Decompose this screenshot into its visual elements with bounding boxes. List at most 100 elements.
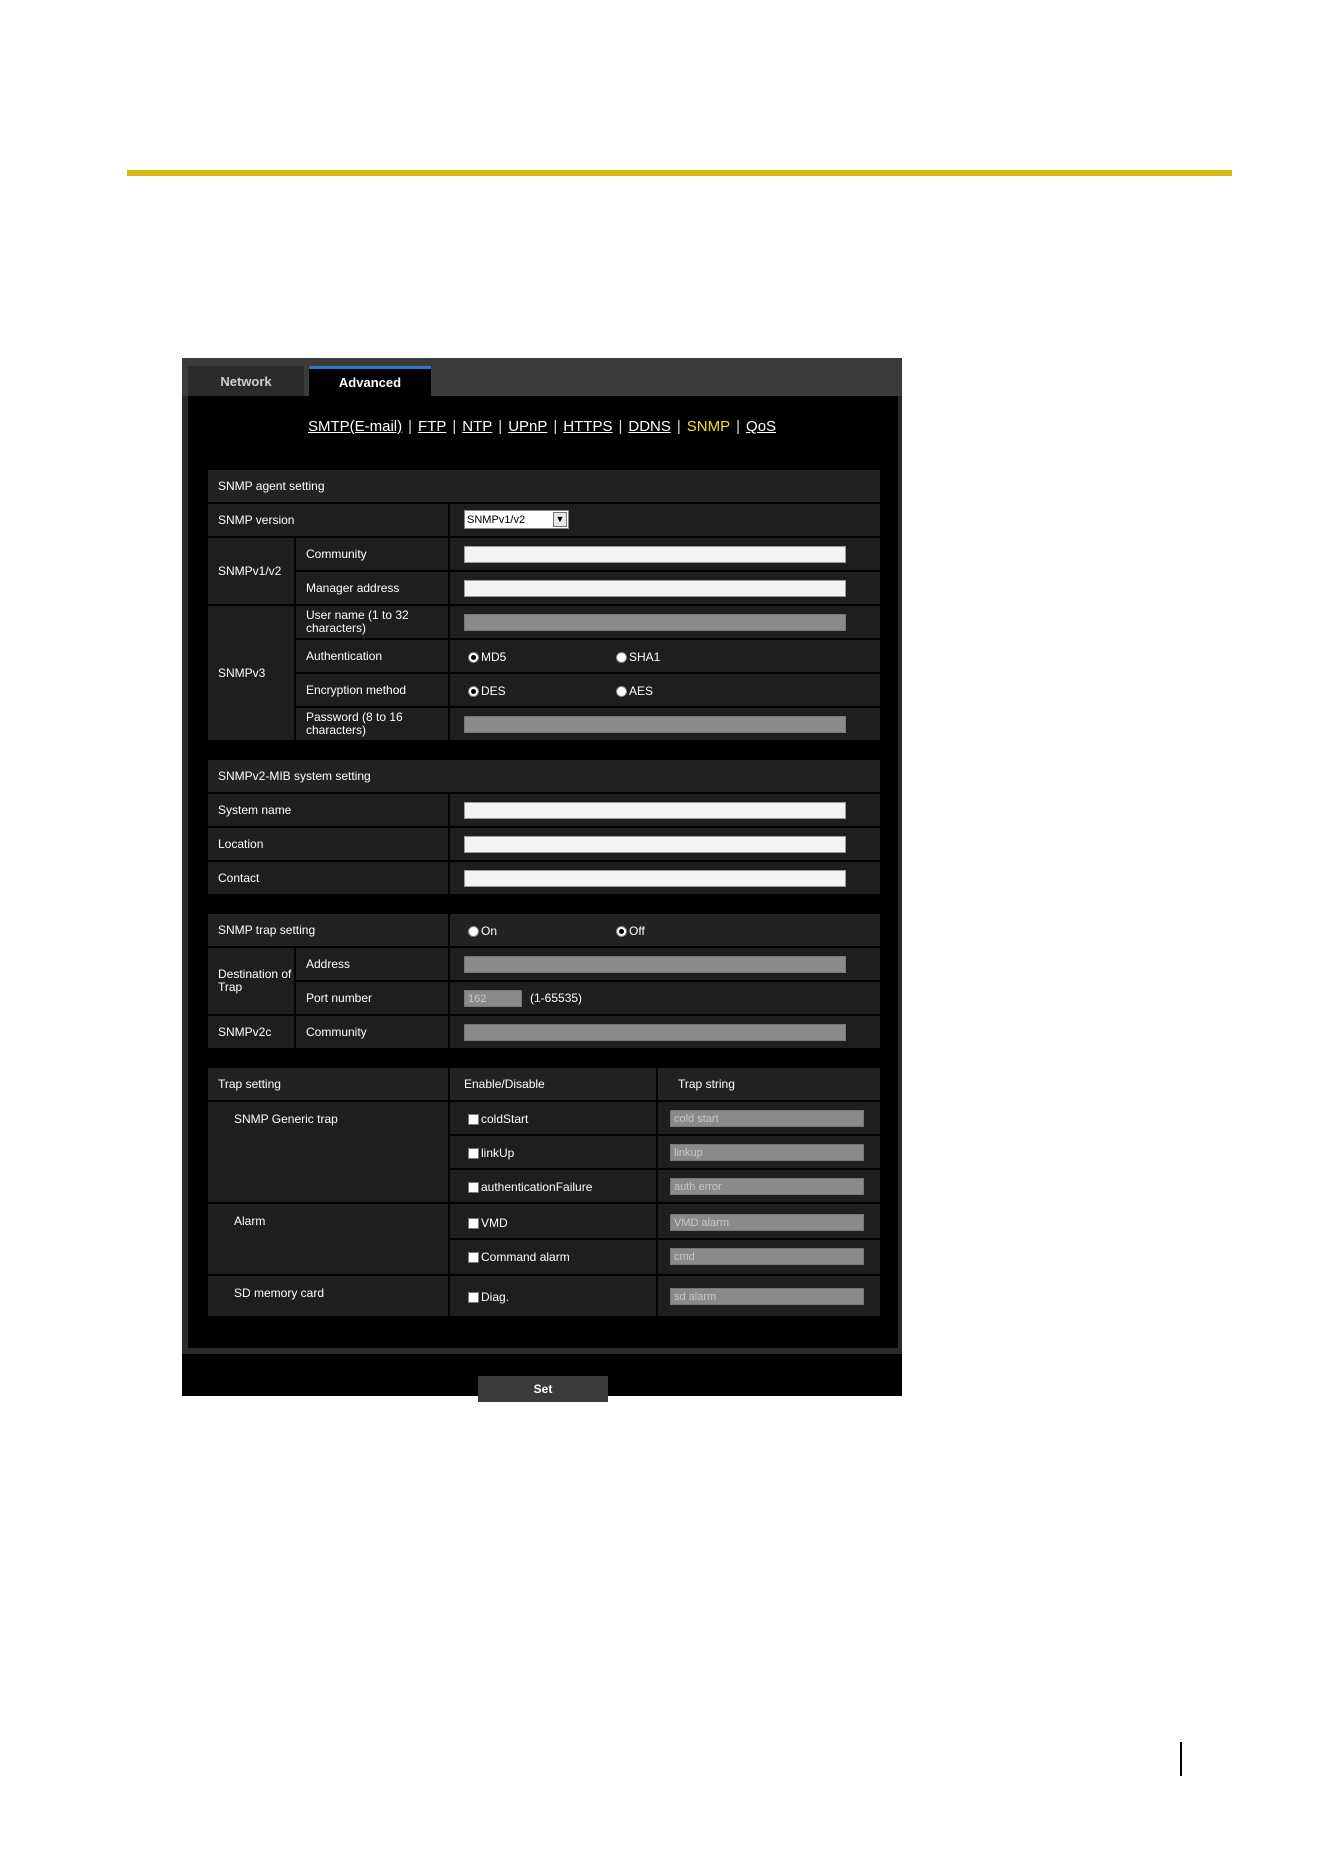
contact-label: Contact <box>208 862 448 894</box>
community-input[interactable] <box>464 546 846 563</box>
location-input[interactable] <box>464 836 846 853</box>
snmp-version-label: SNMP version <box>208 504 448 536</box>
vmd-string-input[interactable] <box>670 1214 864 1231</box>
coldstart-string-input[interactable] <box>670 1110 864 1127</box>
trap-off-radio[interactable]: Off <box>616 924 645 938</box>
trap-address-label: Address <box>296 948 448 980</box>
cmdalarm-checkbox[interactable]: Command alarm <box>468 1250 570 1264</box>
radio-empty-icon <box>616 685 627 697</box>
vmd-cell: VMD <box>450 1204 656 1238</box>
port-number-input[interactable] <box>464 990 522 1007</box>
auth-sha1-label: SHA1 <box>629 650 661 664</box>
enc-aes-radio[interactable]: AES <box>616 684 653 698</box>
trapset-header: Trap setting <box>208 1068 448 1100</box>
coldstart-label: coldStart <box>481 1112 529 1126</box>
subnav-separator: | <box>498 418 503 435</box>
snmp-version-value: SNMPv1/v2 <box>467 513 526 526</box>
trap-off-label: Off <box>629 924 645 938</box>
password-input[interactable] <box>464 716 846 733</box>
trap-address-input[interactable] <box>464 956 846 973</box>
subnav: SMTP(E-mail) | FTP | NTP | UPnP | HTTPS | DDNS | SNM… <box>182 418 902 435</box>
set-button[interactable]: Set <box>478 1376 608 1402</box>
trap-on-radio[interactable]: On <box>468 924 497 938</box>
subnav-separator: | <box>736 418 741 435</box>
username-label: User name (1 to 32 characters) <box>296 606 448 638</box>
subnav-qos[interactable]: QoS <box>746 418 776 435</box>
trap-on-label: On <box>481 924 498 938</box>
cmdalarm-string-input[interactable] <box>670 1248 864 1265</box>
coldstart-cell: coldStart <box>450 1102 656 1134</box>
vmd-checkbox[interactable]: VMD <box>468 1216 508 1230</box>
subnav-ftp[interactable]: FTP <box>418 418 446 435</box>
vmd-label: VMD <box>481 1216 508 1230</box>
trap-setting-label: SNMP trap setting <box>208 914 448 946</box>
settings-screen: Network Advanced SMTP(E-mail) | FTP | NTP | UP… <box>182 358 902 1402</box>
system-name-input[interactable] <box>464 802 846 819</box>
sd-card-label: SD memory card <box>208 1276 448 1316</box>
subnav-upnp[interactable]: UPnP <box>508 418 547 435</box>
page-marker <box>1180 1742 1182 1776</box>
tab-advanced[interactable]: Advanced <box>309 366 431 396</box>
diag-string-input[interactable] <box>670 1288 864 1305</box>
trap-section: SNMP trap setting On Off Destination of … <box>208 914 880 1048</box>
subnav-snmp[interactable]: SNMP <box>687 418 730 435</box>
authfail-string-input[interactable] <box>670 1178 864 1195</box>
frame-left-edge <box>182 396 188 1348</box>
cmdalarm-cell: Command alarm <box>450 1240 656 1274</box>
manager-address-input[interactable] <box>464 580 846 597</box>
mib-section-header: SNMPv2-MIB system setting <box>208 760 880 792</box>
checkbox-icon <box>468 1147 479 1159</box>
authfail-checkbox[interactable]: authenticationFailure <box>468 1180 592 1194</box>
username-input[interactable] <box>464 614 846 631</box>
diag-checkbox[interactable]: Diag. <box>468 1290 509 1304</box>
radio-selected-icon <box>616 925 627 937</box>
location-cell <box>450 828 880 860</box>
destination-label: Destination of Trap <box>208 948 294 1014</box>
subnav-smtp[interactable]: SMTP(E-mail) <box>308 418 402 435</box>
auth-md5-radio[interactable]: MD5 <box>468 650 506 664</box>
port-number-cell: (1-65535) <box>450 982 880 1014</box>
authfail-string-cell <box>658 1170 880 1202</box>
trap-string-column-header: Trap string <box>658 1068 880 1100</box>
checkbox-icon <box>468 1217 479 1229</box>
frame-right-edge <box>898 396 902 1348</box>
contact-input[interactable] <box>464 870 846 887</box>
linkup-cell: linkUp <box>450 1136 656 1168</box>
subnav-separator: | <box>676 418 681 435</box>
subnav-separator: | <box>553 418 558 435</box>
snmp-version-select[interactable]: SNMPv1/v2 ▼ <box>464 510 569 529</box>
location-label: Location <box>208 828 448 860</box>
snmpv2c-label: SNMPv2c <box>208 1016 294 1048</box>
authentication-label: Authentication <box>296 640 448 672</box>
snmpv3-label: SNMPv3 <box>208 606 294 740</box>
cmdalarm-string-cell <box>658 1240 880 1274</box>
password-label: Password (8 to 16 characters) <box>296 708 448 740</box>
subnav-ntp[interactable]: NTP <box>462 418 492 435</box>
radio-empty-icon <box>616 651 627 663</box>
checkbox-icon <box>468 1181 479 1193</box>
auth-sha1-radio[interactable]: SHA1 <box>616 650 660 664</box>
trap-community-input[interactable] <box>464 1024 846 1041</box>
coldstart-checkbox[interactable]: coldStart <box>468 1112 528 1126</box>
vmd-string-cell <box>658 1204 880 1238</box>
linkup-checkbox[interactable]: linkUp <box>468 1146 514 1160</box>
trapset-section: Trap setting Enable/Disable Trap string … <box>208 1068 880 1316</box>
manager-address-cell <box>450 572 880 604</box>
system-name-cell <box>450 794 880 826</box>
tab-network[interactable]: Network <box>188 366 304 396</box>
port-number-label: Port number <box>296 982 448 1014</box>
cmdalarm-label: Command alarm <box>481 1250 570 1264</box>
subnav-ddns[interactable]: DDNS <box>628 418 671 435</box>
checkbox-icon <box>468 1251 479 1263</box>
enc-des-radio[interactable]: DES <box>468 684 506 698</box>
agent-section: SNMP agent setting SNMP version SNMPv1/v… <box>208 470 880 740</box>
trap-address-cell <box>450 948 880 980</box>
radio-empty-icon <box>468 925 479 937</box>
generic-trap-label: SNMP Generic trap <box>208 1102 448 1202</box>
subnav-https[interactable]: HTTPS <box>563 418 612 435</box>
radio-selected-icon <box>468 685 479 697</box>
diag-string-cell <box>658 1276 880 1316</box>
enable-column-header: Enable/Disable <box>450 1068 656 1100</box>
linkup-string-input[interactable] <box>670 1144 864 1161</box>
port-range-hint: (1-65535) <box>530 991 583 1005</box>
